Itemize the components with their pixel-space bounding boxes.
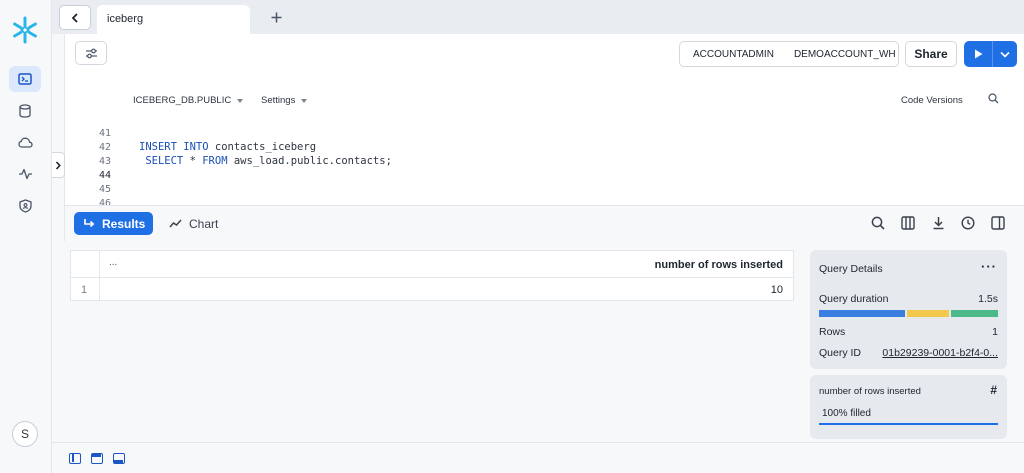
line-number: 42 [98, 142, 111, 153]
warehouse-label: DEMOACCOUNT_WH [793, 48, 896, 60]
duration-segment-compile [819, 310, 905, 317]
query-history-clock-icon[interactable] [959, 214, 977, 232]
results-toolbar: Results Chart [64, 205, 1024, 241]
column-stats-card[interactable]: number of rows inserted # 100% filled [810, 375, 1007, 439]
grid-header-row: ... number of rows inserted [71, 251, 793, 278]
rows-label: Rows [819, 326, 846, 338]
line-number: 43 [98, 156, 111, 167]
code-line: SELECT * FROM aws_load.public.contacts; [139, 155, 392, 167]
caret-down-icon [237, 98, 244, 103]
run-button[interactable] [964, 41, 993, 67]
column-options-button[interactable]: ... [109, 257, 117, 268]
sql-keyword: INSERT INTO [139, 141, 209, 153]
editor-panel: ACCOUNTADMIN DEMOACCOUNT_WH Share ICEBER… [64, 34, 1024, 205]
add-tab-button[interactable] [267, 8, 285, 26]
line-number: 46 [98, 198, 111, 205]
query-duration-value: 1.5s [978, 293, 998, 305]
settings-dropdown[interactable]: Settings [261, 95, 308, 106]
tab-worksheet[interactable]: iceberg [97, 5, 250, 34]
tab-title: iceberg [107, 13, 144, 25]
code-editor[interactable]: 41 42 43 44 45 46 INSERT INTO contacts_i… [65, 126, 1024, 205]
nav-data-icon[interactable] [9, 98, 41, 124]
row-index-header [71, 251, 100, 278]
database-selector[interactable]: ICEBERG_DB.PUBLIC [133, 95, 244, 106]
rows-value: 1 [992, 326, 998, 338]
nav-activity-icon[interactable] [9, 161, 41, 187]
nav-worksheets-icon[interactable] [9, 66, 41, 92]
nav-admin-shield-icon[interactable] [9, 193, 41, 219]
table-cell[interactable]: 10 [771, 284, 783, 296]
line-number: 41 [98, 128, 111, 139]
sql-keyword: FROM [202, 155, 228, 167]
code-versions-button[interactable]: Code Versions [901, 95, 963, 106]
layout-left-panel-icon[interactable] [69, 453, 81, 464]
run-options-button[interactable] [993, 41, 1017, 67]
plus-icon [271, 12, 281, 22]
role-label: ACCOUNTADMIN [693, 48, 774, 60]
filter-button[interactable] [75, 41, 107, 65]
query-id-row: Query ID 01b29239-0001-b2f4-0... [819, 347, 998, 359]
database-label: ICEBERG_DB.PUBLIC [133, 95, 232, 106]
rows-row: Rows 1 [819, 326, 998, 338]
query-details-title: Query Details [819, 263, 883, 275]
download-icon[interactable] [929, 214, 947, 232]
sql-keyword: SELECT [139, 155, 184, 167]
query-id-link[interactable]: 01b29239-0001-b2f4-0... [882, 347, 998, 359]
chevron-left-icon [71, 12, 78, 23]
bottom-layout-bar [52, 442, 1024, 473]
search-results-icon[interactable] [869, 214, 887, 232]
results-tab-label: Results [102, 216, 146, 231]
query-details-panel: Query Details ··· Query duration 1.5s Ro… [810, 250, 1007, 369]
worksheet-tab-bar: iceberg [52, 0, 1024, 34]
toggle-sidebar-icon[interactable] [989, 214, 1007, 232]
layout-top-panel-icon[interactable] [91, 453, 103, 464]
sql-text: * [183, 155, 203, 167]
line-number: 45 [98, 184, 111, 195]
duration-segment-queue [907, 310, 949, 317]
run-button-group[interactable] [964, 41, 1017, 67]
left-nav-rail: S [0, 0, 52, 473]
context-row: ICEBERG_DB.PUBLIC Settings Code Versions [65, 90, 1024, 110]
query-duration-bar[interactable] [819, 310, 998, 317]
query-duration-label: Query duration [819, 293, 889, 305]
query-duration-row: Query duration 1.5s [819, 293, 998, 305]
query-id-label: Query ID [819, 347, 862, 359]
column-stats-name: number of rows inserted [819, 386, 921, 397]
play-icon [974, 49, 982, 59]
snowflake-logo-icon[interactable] [11, 16, 39, 44]
results-grid: ... number of rows inserted 1 10 [70, 250, 794, 301]
back-button[interactable] [59, 5, 91, 30]
line-number-current: 44 [98, 170, 111, 181]
column-header[interactable]: number of rows inserted [655, 259, 783, 271]
tab-results[interactable]: Results [74, 212, 153, 235]
row-index: 1 [71, 278, 100, 301]
caret-down-icon [301, 98, 308, 103]
sql-text: contacts_iceberg [208, 141, 317, 153]
tab-chart[interactable]: Chart [169, 212, 218, 235]
role-warehouse-selector[interactable]: ACCOUNTADMIN DEMOACCOUNT_WH [679, 41, 899, 67]
chevron-right-icon [55, 160, 61, 170]
settings-label: Settings [261, 95, 296, 106]
duration-segment-execute [951, 310, 998, 317]
line-chart-icon [169, 219, 182, 228]
return-arrow-icon [84, 219, 95, 228]
editor-search-button[interactable] [988, 93, 999, 107]
expand-panel-button[interactable] [52, 152, 65, 178]
user-avatar[interactable]: S [12, 421, 38, 447]
sql-text: aws_load.public.contacts; [227, 155, 392, 167]
main-area: ACCOUNTADMIN DEMOACCOUNT_WH Share ICEBER… [52, 34, 1024, 442]
nav-cloud-icon[interactable] [9, 129, 41, 155]
query-details-menu-button[interactable]: ··· [981, 259, 997, 274]
layout-bottom-panel-icon[interactable] [113, 453, 125, 464]
sliders-icon [85, 48, 97, 58]
table-row[interactable]: 1 10 [71, 278, 793, 301]
share-button[interactable]: Share [905, 41, 957, 67]
number-type-icon: # [990, 383, 997, 397]
code-line: INSERT INTO contacts_iceberg [139, 141, 316, 153]
column-filled-bar [819, 423, 998, 425]
columns-icon[interactable] [899, 214, 917, 232]
chart-tab-label: Chart [189, 216, 219, 231]
chevron-down-icon [1000, 51, 1010, 58]
search-icon [988, 93, 999, 104]
